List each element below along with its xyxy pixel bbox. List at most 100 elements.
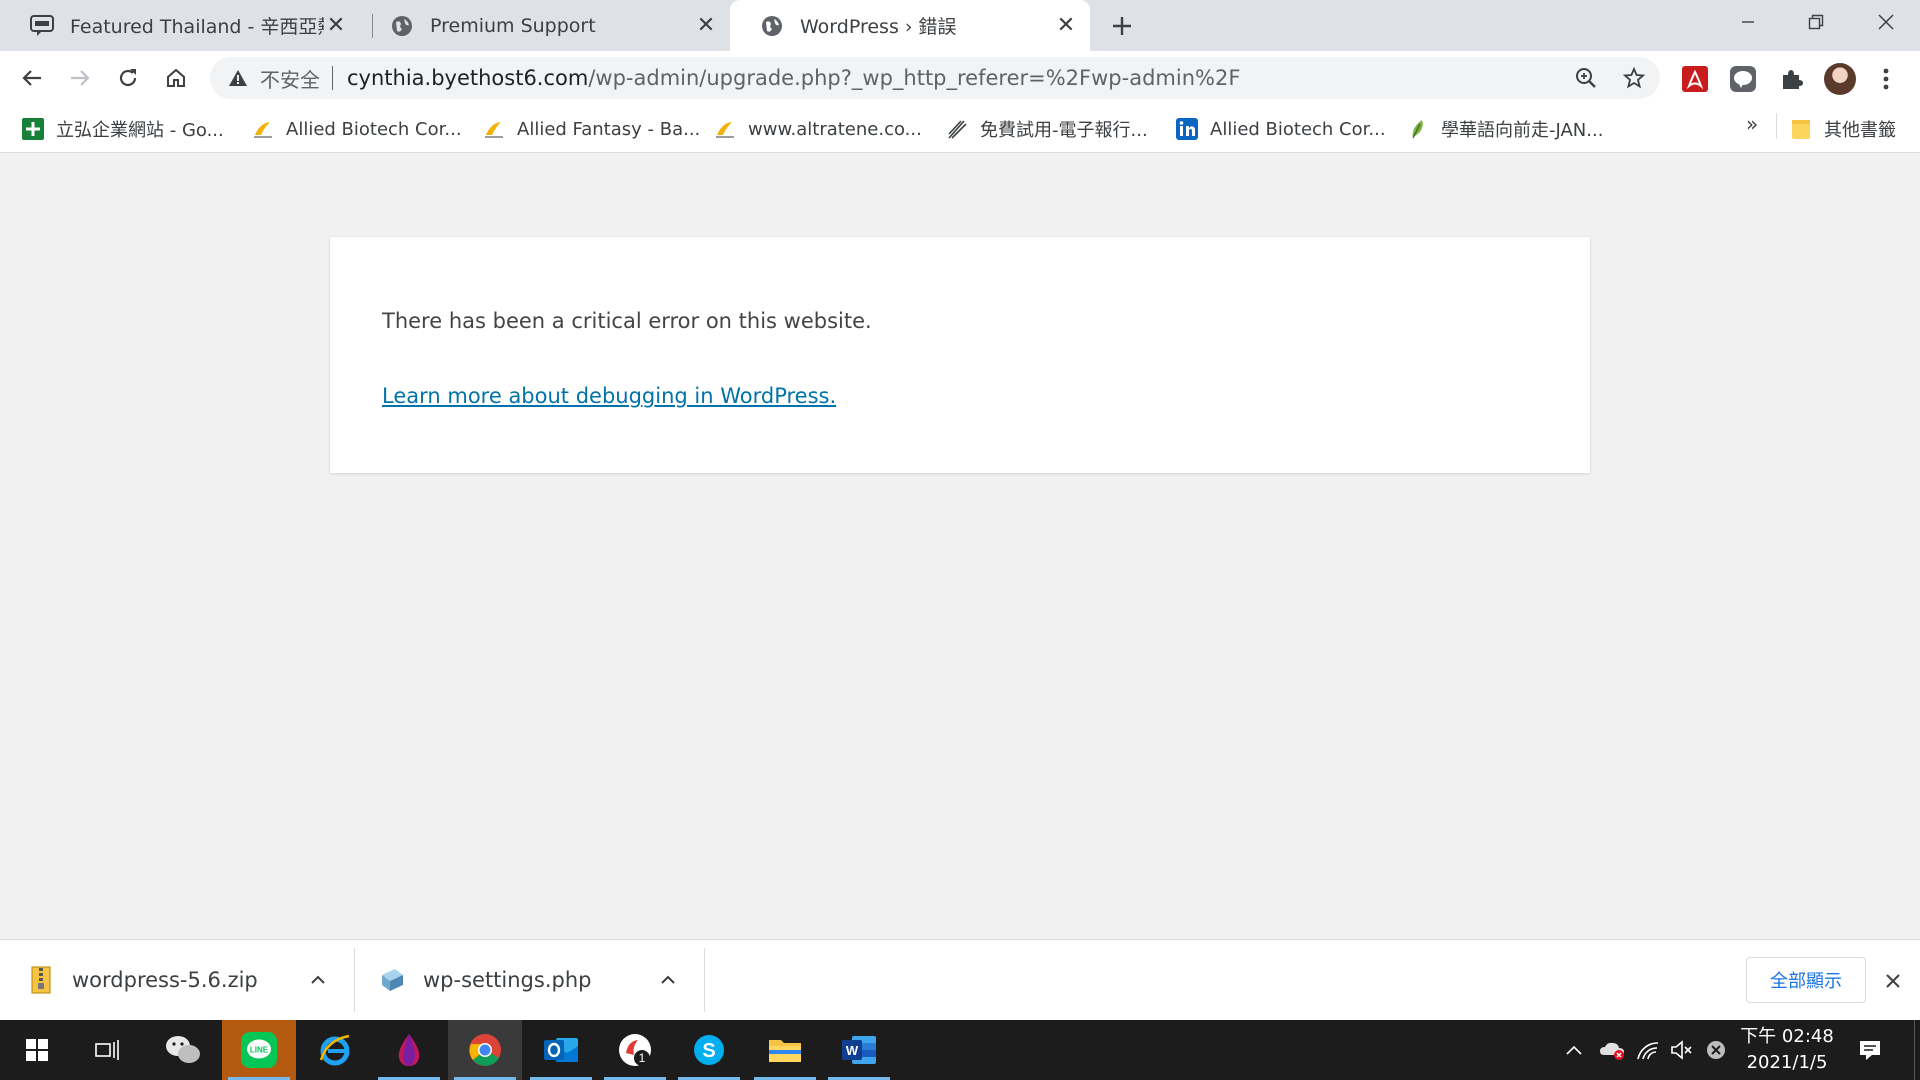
zip-file-icon xyxy=(28,965,54,995)
show-desktop-button[interactable] xyxy=(1914,1020,1920,1080)
forward-button[interactable] xyxy=(62,60,98,96)
reload-icon xyxy=(119,69,137,87)
address-bar[interactable]: 不安全 cynthia.byethost6.com/wp-admin/upgra… xyxy=(210,57,1660,99)
omnibox-divider xyxy=(332,66,333,90)
start-button[interactable] xyxy=(0,1020,74,1080)
bookmark-label: 免費試用-電子報行... xyxy=(980,120,1148,141)
outlook-icon xyxy=(544,1038,578,1062)
back-button[interactable] xyxy=(14,60,50,96)
onedrive-tray-icon[interactable] xyxy=(1596,1034,1628,1066)
arrow-right-icon xyxy=(71,70,90,86)
site-icon xyxy=(252,118,274,140)
system-clock[interactable]: 下午 02:48 2021/1/5 xyxy=(1732,1024,1842,1076)
wechat-app[interactable] xyxy=(146,1020,220,1080)
site-icon xyxy=(483,118,505,140)
tab-title: Premium Support xyxy=(430,14,596,37)
download-filename: wp-settings.php xyxy=(423,968,592,992)
clock-date: 2021/1/5 xyxy=(1746,1052,1828,1073)
warning-icon[interactable] xyxy=(226,66,250,90)
profile-avatar[interactable] xyxy=(1824,63,1856,95)
volume-muted-tray-icon[interactable] xyxy=(1666,1034,1698,1066)
bookmark-item[interactable]: www.altratene.co... xyxy=(714,115,922,143)
line-extension-icon[interactable] xyxy=(1730,66,1756,92)
linkedin-icon xyxy=(1176,118,1198,140)
word-icon: W xyxy=(842,1036,876,1064)
bookmark-item[interactable]: Allied Biotech Cor... xyxy=(252,115,462,143)
wifi-tray-icon[interactable] xyxy=(1632,1034,1664,1066)
tab-close-icon[interactable]: ✕ xyxy=(1054,13,1078,38)
reload-button[interactable] xyxy=(110,60,146,96)
tab-wordpress-error[interactable]: WordPress › 錯誤 ✕ xyxy=(730,0,1090,51)
tab-title: Featured Thailand - 辛西亞熱可 xyxy=(70,16,324,38)
travel-logo-icon xyxy=(30,14,54,38)
bookmark-label: Allied Biotech Cor... xyxy=(286,118,462,140)
svg-text:S: S xyxy=(702,1040,715,1062)
bookmark-item[interactable]: 免費試用-電子報行... xyxy=(946,115,1148,143)
line-app[interactable]: LINE xyxy=(222,1020,296,1080)
debugging-link[interactable]: Learn more about debugging in WordPress. xyxy=(382,384,836,408)
google-sheets-icon xyxy=(22,118,44,140)
close-shelf-button[interactable] xyxy=(1880,968,1906,994)
status-error-tray-icon[interactable] xyxy=(1700,1034,1732,1066)
page-viewport: There has been a critical error on this … xyxy=(0,154,1920,939)
download-item[interactable]: wordpress-5.6.zip xyxy=(0,940,354,1020)
acrobat-extension-icon[interactable] xyxy=(1682,66,1708,92)
chrome-app[interactable] xyxy=(448,1020,522,1080)
error-message: There has been a critical error on this … xyxy=(382,309,872,333)
bookmark-item[interactable]: Allied Biotech Cor... xyxy=(1176,115,1386,143)
chevron-up-icon[interactable] xyxy=(306,968,330,992)
tray-overflow-button[interactable] xyxy=(1558,1034,1590,1066)
download-item[interactable]: wp-settings.php xyxy=(355,940,704,1020)
zoom-icon[interactable] xyxy=(1574,66,1598,90)
bookmark-item[interactable]: Allied Fantasy - Ba... xyxy=(483,115,700,143)
word-app[interactable]: W xyxy=(822,1020,896,1080)
bookmark-label: Allied Fantasy - Ba... xyxy=(517,118,701,140)
more-menu-icon[interactable] xyxy=(1873,66,1899,92)
bookmark-item[interactable]: 立弘企業網站 - Go... xyxy=(22,115,224,143)
restore-button[interactable] xyxy=(1786,0,1846,44)
bookmark-label: 立弘企業網站 - Go... xyxy=(56,120,224,141)
bookmarks-bar: 立弘企業網站 - Go... Allied Biotech Cor... All… xyxy=(0,105,1920,153)
leaf-icon xyxy=(1407,118,1429,140)
outlook-app[interactable] xyxy=(524,1020,598,1080)
show-all-downloads-button[interactable]: 全部顯示 xyxy=(1746,957,1866,1003)
wechat-icon xyxy=(166,1036,200,1063)
extensions-puzzle-icon[interactable] xyxy=(1778,66,1804,92)
skype-icon: S xyxy=(694,1035,724,1065)
tab-close-icon[interactable]: ✕ xyxy=(324,13,348,38)
svg-text:W: W xyxy=(846,1043,859,1058)
paint-drop-icon xyxy=(398,1034,420,1066)
folder-icon xyxy=(1790,118,1812,140)
windows-taskbar: LINE 1 S W 下午 02:48 2021/1/5 xyxy=(0,1020,1920,1080)
close-icon xyxy=(1886,974,1900,988)
action-center-button[interactable] xyxy=(1854,1034,1886,1066)
tab-close-icon[interactable]: ✕ xyxy=(694,13,718,38)
other-bookmarks-folder[interactable]: 其他書籤 xyxy=(1790,115,1896,143)
tab-featured-thailand[interactable]: Featured Thailand - 辛西亞熱可 ✕ xyxy=(0,0,360,51)
url-text[interactable]: cynthia.byethost6.com/wp-admin/upgrade.p… xyxy=(347,66,1240,90)
file-explorer-app[interactable] xyxy=(748,1020,822,1080)
arrow-left-icon xyxy=(22,70,41,86)
plus-icon xyxy=(1113,17,1131,35)
security-label[interactable]: 不安全 xyxy=(260,64,320,93)
task-view-button[interactable] xyxy=(70,1020,144,1080)
close-icon xyxy=(1878,14,1894,30)
download-shelf: wordpress-5.6.zip wp-settings.php 全部顯示 xyxy=(0,939,1920,1020)
bookmark-star-icon[interactable] xyxy=(1622,66,1646,90)
chevron-up-icon[interactable] xyxy=(656,968,680,992)
tab-premium-support[interactable]: Premium Support ✕ xyxy=(360,0,730,51)
skype-app[interactable]: S xyxy=(672,1020,746,1080)
restore-icon xyxy=(1808,14,1824,30)
download-divider xyxy=(704,948,705,1012)
paint-drop-app[interactable] xyxy=(372,1020,446,1080)
tab-strip: Featured Thailand - 辛西亞熱可 ✕ Premium Supp… xyxy=(0,0,1920,51)
bookmarks-overflow-button[interactable]: » xyxy=(1746,112,1758,136)
close-window-button[interactable] xyxy=(1856,0,1916,44)
chevron-up-icon xyxy=(1566,1045,1582,1055)
badge-app[interactable]: 1 xyxy=(598,1020,672,1080)
internet-explorer-app[interactable] xyxy=(298,1020,372,1080)
bookmark-item[interactable]: 學華語向前走-JAN... xyxy=(1407,115,1603,143)
minimize-button[interactable] xyxy=(1718,0,1778,44)
new-tab-button[interactable] xyxy=(1106,10,1138,42)
home-button[interactable] xyxy=(158,60,194,96)
